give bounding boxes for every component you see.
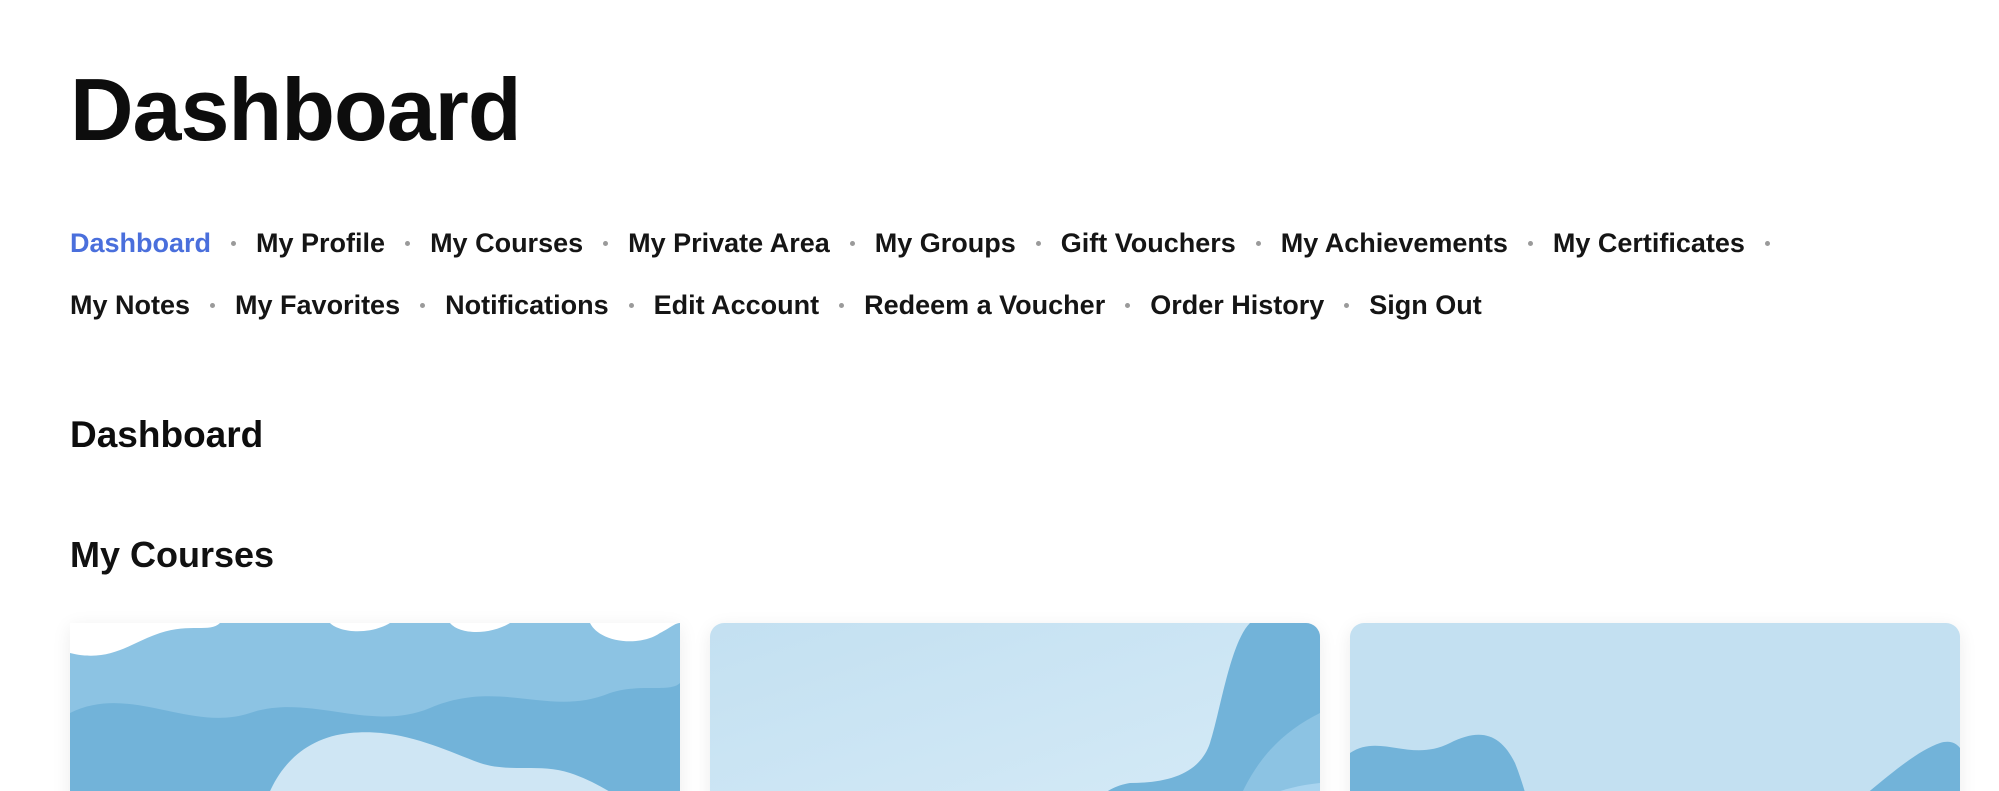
course-card[interactable] <box>1350 623 1960 791</box>
nav-link-gift-vouchers[interactable]: Gift Vouchers <box>1061 228 1236 259</box>
nav-link-my-profile[interactable]: My Profile <box>256 228 385 259</box>
page-title: Dashboard <box>70 60 522 159</box>
nav-link-sign-out[interactable]: Sign Out <box>1369 290 1481 321</box>
course-cards <box>70 623 1960 791</box>
nav-link-notifications[interactable]: Notifications <box>445 290 609 321</box>
nav-separator <box>849 240 855 246</box>
section-title: Dashboard <box>70 414 264 455</box>
nav-link-redeem-voucher[interactable]: Redeem a Voucher <box>864 290 1105 321</box>
course-thumbnail <box>70 623 680 791</box>
nav-link-my-certificates[interactable]: My Certificates <box>1553 228 1745 259</box>
nav-link-my-private-area[interactable]: My Private Area <box>628 228 830 259</box>
nav-link-my-achievements[interactable]: My Achievements <box>1281 228 1508 259</box>
nav-separator <box>603 240 609 246</box>
nav-link-edit-account[interactable]: Edit Account <box>654 290 820 321</box>
nav-link-dashboard[interactable]: Dashboard <box>70 228 211 259</box>
nav-separator <box>628 302 634 308</box>
nav-link-my-notes[interactable]: My Notes <box>70 290 190 321</box>
nav-separator <box>839 302 845 308</box>
course-card[interactable] <box>710 623 1320 791</box>
nav-separator <box>420 302 426 308</box>
my-courses-heading: My Courses <box>70 534 275 575</box>
nav-link-my-courses[interactable]: My Courses <box>430 228 583 259</box>
nav-row-1: Dashboard My Profile My Courses My Priva… <box>70 226 1950 260</box>
nav-separator <box>210 302 216 308</box>
course-thumbnail <box>710 623 1320 791</box>
nav-separator <box>405 240 411 246</box>
nav-row-2: My Notes My Favorites Notifications Edit… <box>70 288 1950 322</box>
nav-separator <box>1764 240 1770 246</box>
nav-separator <box>1255 240 1261 246</box>
nav-separator <box>1035 240 1041 246</box>
nav-separator <box>231 240 237 246</box>
nav-link-my-favorites[interactable]: My Favorites <box>235 290 400 321</box>
nav-link-my-groups[interactable]: My Groups <box>875 228 1016 259</box>
course-thumbnail <box>1350 623 1960 791</box>
course-card[interactable] <box>70 623 680 791</box>
nav-link-order-history[interactable]: Order History <box>1150 290 1324 321</box>
page: Dashboard Dashboard My Profile My Course… <box>0 0 1999 791</box>
account-nav: Dashboard My Profile My Courses My Priva… <box>70 226 1950 350</box>
nav-separator <box>1344 302 1350 308</box>
nav-separator <box>1125 302 1131 308</box>
nav-separator <box>1527 240 1533 246</box>
